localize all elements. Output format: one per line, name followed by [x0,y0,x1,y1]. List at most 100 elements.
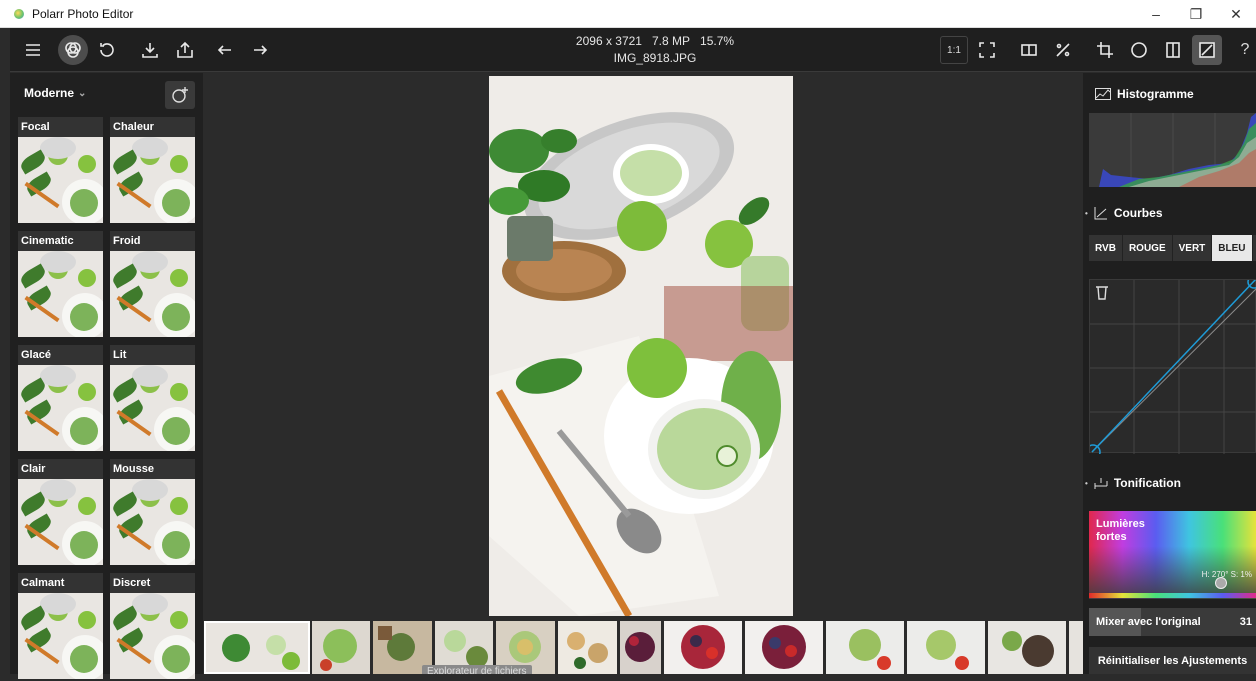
filter-label: Calmant [18,573,103,593]
film-thumbnail[interactable] [826,621,904,674]
film-thumbnail[interactable] [1069,621,1083,674]
filter-label: Lit [110,345,195,365]
toning-header: • Tonification [1085,476,1181,490]
history-icon[interactable] [92,35,122,65]
filter-label: Focal [18,117,103,137]
bullet-icon: • [1085,478,1088,488]
filter-label: Glacé [18,345,103,365]
filter-thumbnail [18,479,103,565]
split-view-icon[interactable] [1048,35,1078,65]
delete-curve-icon[interactable] [1095,284,1109,300]
hue-spectrum-bar[interactable] [1089,593,1256,598]
restore-button[interactable]: ❐ [1176,0,1216,28]
filter-label: Froid [110,231,195,251]
filter-category-dropdown[interactable]: Moderne [24,86,74,100]
hue-handle[interactable] [1215,577,1227,589]
mix-label: Mixer avec l'original [1096,616,1201,628]
filter-thumbnail [110,479,195,565]
zoom-one-to-one-button[interactable]: 1:1 [940,36,968,64]
filter-thumbnail [110,593,195,679]
help-button[interactable]: ? [1230,35,1256,65]
image-megapixels: 7.8 MP [652,34,691,48]
filter-tile[interactable]: Mousse [110,459,195,567]
toning-region-label: Lumières fortes [1096,518,1145,543]
adjustments-panel: Histogramme • Courbes RVB ROUGE VERT BLE… [1083,73,1256,674]
film-thumbnail[interactable] [620,621,661,674]
radial-mask-icon[interactable] [1124,35,1154,65]
filter-thumbnail [18,593,103,679]
top-toolbar: 2096 x 3721 7.8 MP 15.7% IMG_8918.JPG 1:… [10,28,1256,72]
export-icon[interactable] [170,35,200,65]
filter-tile[interactable]: Calmant [18,573,103,681]
toning-title: Tonification [1113,476,1181,490]
gradient-mask-icon[interactable] [1158,35,1188,65]
image-info: 2096 x 3721 7.8 MP 15.7% IMG_8918.JPG [500,33,810,67]
filter-tile[interactable]: Chaleur [110,117,195,225]
film-thumbnail[interactable] [907,621,985,674]
compare-icon[interactable] [1014,35,1044,65]
filter-tile[interactable]: Cinematic [18,231,103,339]
curves-header: • Courbes [1085,206,1163,220]
tab-rouge[interactable]: ROUGE [1123,235,1173,261]
filter-label: Chaleur [110,117,195,137]
tab-rvb[interactable]: RVB [1089,235,1123,261]
film-thumbnail[interactable] [204,621,310,674]
film-thumbnail[interactable] [988,621,1066,674]
fullscreen-icon[interactable] [972,35,1002,65]
filter-thumbnail [110,137,195,223]
filter-label: Discret [110,573,195,593]
filmstrip[interactable]: Explorateur de fichiers [203,619,1083,674]
minimize-button[interactable]: – [1136,0,1176,28]
filter-thumbnail [18,137,103,223]
filter-thumbnail [110,251,195,337]
tooltip: Explorateur de fichiers [422,665,532,674]
filter-thumbnail [110,365,195,451]
import-icon[interactable] [135,35,165,65]
filter-label: Clair [18,459,103,479]
photo-canvas[interactable] [203,73,1083,619]
photo-preview[interactable] [489,76,793,616]
curve-channel-tabs: RVB ROUGE VERT BLEU [1089,235,1256,261]
hue-saturation-picker[interactable]: Lumières fortes H: 270° S: 1% [1089,511,1256,599]
curves-title: Courbes [1113,206,1163,220]
filter-tile[interactable]: Focal [18,117,103,225]
title-bar: Polarr Photo Editor – ❐ ✕ [0,0,1256,28]
image-dimensions: 2096 x 3721 [575,34,642,48]
crop-icon[interactable] [1090,35,1120,65]
filter-label: Mousse [110,459,195,479]
filter-thumbnail [18,251,103,337]
film-thumbnail[interactable] [664,621,742,674]
app-logo-icon [14,8,24,19]
menu-icon[interactable] [18,35,48,65]
hue-saturation-readout: H: 270° S: 1% [1201,570,1252,579]
zoom-level: 15.7% [700,34,735,48]
filter-category-header: Moderne ⌄ [10,73,203,113]
filter-tile[interactable]: Lit [110,345,195,453]
undo-icon[interactable] [210,35,240,65]
redo-icon[interactable] [245,35,275,65]
filter-tile[interactable]: Discret [110,573,195,681]
mix-value: 31 [1239,616,1252,628]
brush-mask-icon[interactable] [1192,35,1222,65]
chevron-down-icon[interactable]: ⌄ [78,88,86,99]
filters-icon[interactable] [58,35,88,65]
filter-tile[interactable]: Froid [110,231,195,339]
filter-tile[interactable]: Glacé [18,345,103,453]
reset-adjustments-button[interactable]: Réinitialiser les Ajustements [1089,647,1256,674]
window-title: Polarr Photo Editor [32,6,134,21]
histogram-icon [1095,88,1111,100]
filter-tile[interactable]: Clair [18,459,103,567]
film-thumbnail[interactable] [312,621,370,674]
add-filter-button[interactable] [165,81,195,109]
tab-bleu[interactable]: BLEU [1212,235,1253,261]
image-filename: IMG_8918.JPG [613,51,697,65]
mix-original-slider[interactable]: Mixer avec l'original 31 [1089,608,1256,636]
curve-editor[interactable] [1085,275,1256,460]
add-filter-icon [172,87,188,103]
close-button[interactable]: ✕ [1216,0,1256,28]
window-controls: – ❐ ✕ [1136,0,1256,28]
film-thumbnail[interactable] [745,621,823,674]
toning-icon [1094,478,1108,489]
tab-vert[interactable]: VERT [1173,235,1213,261]
film-thumbnail[interactable] [558,621,617,674]
